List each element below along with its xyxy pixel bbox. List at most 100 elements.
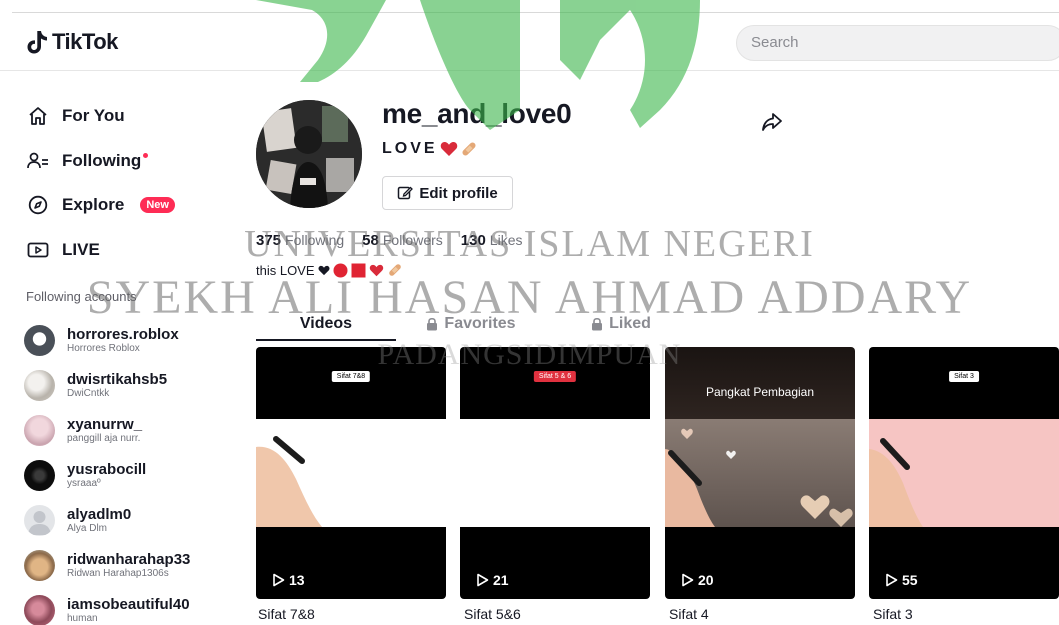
tab-liked[interactable]: Liked (546, 306, 696, 342)
tab-label: Videos (299, 315, 353, 332)
account-item[interactable]: xyanurrw_ panggill aja nurr. (24, 408, 244, 453)
lock-icon (592, 317, 603, 331)
video-caption[interactable]: Sifat 7&8 (258, 606, 315, 622)
tiktok-logo[interactable]: TikTok (26, 29, 118, 55)
red-heart-icon (369, 264, 383, 276)
account-nickname: panggill aja nurr. (67, 433, 141, 444)
tab-label: Favorites (444, 315, 516, 332)
account-item[interactable]: yusrabocill ysraaaº (24, 453, 244, 498)
red-circle-icon (333, 263, 348, 277)
account-nickname: Alya Dlm (67, 523, 108, 534)
avatar (24, 460, 55, 491)
account-item[interactable]: iamsobeautiful40 human (24, 588, 244, 625)
video-card[interactable]: Sifat 7&8 13 (256, 347, 446, 599)
profile-username: me_and_love0 (382, 98, 572, 129)
video-top: Sifat 7&8 (256, 347, 446, 419)
video-caption[interactable]: Sifat 4 (669, 606, 709, 622)
video-caption[interactable]: Sifat 3 (873, 606, 913, 622)
account-item[interactable]: dwisrtikahsb5 DwiCntkk (24, 363, 244, 408)
video-top: Sifat 3 (869, 347, 1059, 419)
nav-label: LIVE (62, 239, 100, 259)
avatar (24, 415, 55, 446)
video-badge: Sifat 5 & 6 (533, 371, 577, 382)
view-count: 20 (698, 572, 714, 588)
account-nickname: ysraaaº (67, 478, 101, 489)
logo-text: TikTok (52, 29, 118, 54)
likes-count: 130 (460, 232, 486, 249)
edit-profile-button[interactable]: Edit profile (382, 176, 513, 210)
view-count: 55 (902, 572, 918, 588)
bandage-icon (462, 142, 476, 156)
likes-stat: 130 Likes (461, 232, 523, 249)
hand-with-marker (869, 438, 923, 527)
play-icon (886, 573, 898, 587)
account-username: iamsobeautiful40 (67, 596, 190, 613)
video-views: 21 (476, 572, 509, 588)
edit-profile-label: Edit profile (419, 184, 498, 202)
red-square-icon (351, 263, 366, 277)
video-caption[interactable]: Sifat 5&6 (464, 606, 521, 622)
following-stat[interactable]: 375 Following (256, 232, 344, 249)
compass-icon (26, 193, 50, 217)
profile-photo (256, 100, 362, 208)
play-icon (682, 573, 694, 587)
account-username: dwisrtikahsb5 (67, 371, 168, 388)
notification-dot (143, 152, 149, 158)
nav-explore[interactable]: Explore New (26, 183, 226, 228)
view-count: 21 (493, 572, 509, 588)
profile-tabs: Videos Favorites Liked (256, 306, 756, 342)
video-top: Pangkat Pembagian (665, 347, 855, 419)
video-bottom: 20 (665, 527, 855, 599)
account-username: xyanurrw_ (67, 416, 143, 433)
profile-bio: this LOVE (256, 262, 403, 278)
nav-for-you[interactable]: For You (26, 94, 226, 139)
header: TikTok Search (0, 13, 1059, 71)
account-nickname: Ridwan Harahap1306s (67, 568, 169, 579)
video-badge: Sifat 3 (949, 371, 979, 382)
video-frame (256, 419, 446, 527)
profile-nickname: LOVE (382, 140, 478, 158)
video-heading: Pangkat Pembagian (705, 385, 815, 399)
video-frame (665, 419, 855, 527)
video-bottom: 13 (256, 527, 446, 599)
bandage-icon (388, 264, 401, 276)
default-avatar-icon (28, 511, 51, 535)
nav-label: Explore (62, 195, 125, 215)
following-icon (26, 149, 50, 173)
account-username: yusrabocill (67, 461, 147, 478)
account-item[interactable]: alyadlm0 Alya Dlm (24, 498, 244, 543)
black-heart-icon (318, 265, 330, 275)
video-card[interactable]: Sifat 5 & 6 21 (460, 347, 650, 599)
account-nickname: DwiCntkk (67, 388, 110, 399)
nav-label: For You (62, 106, 125, 126)
avatar (24, 595, 55, 625)
nav-label: Following (62, 150, 142, 170)
account-item[interactable]: ridwanharahap33 Ridwan Harahap1306s (24, 543, 244, 588)
tab-favorites[interactable]: Favorites (396, 306, 546, 342)
video-bottom: 21 (460, 527, 650, 599)
account-nickname: Horrores Roblox (67, 343, 140, 354)
view-count: 13 (289, 572, 305, 588)
nav-following[interactable]: Following (26, 139, 226, 184)
video-bottom: 55 (869, 527, 1059, 599)
video-card[interactable]: Pangkat Pembagian 20 (665, 347, 855, 599)
video-views: 13 (272, 572, 305, 588)
video-top: Sifat 5 & 6 (460, 347, 650, 419)
tab-videos[interactable]: Videos (256, 306, 396, 342)
following-label: Following (285, 232, 345, 248)
play-icon (477, 573, 489, 587)
following-accounts-list: horrores.roblox Horrores Roblox dwisrtika… (24, 318, 244, 625)
account-username: horrores.roblox (67, 326, 179, 343)
tiktok-note-icon (27, 31, 47, 54)
account-username: ridwanharahap33 (67, 551, 191, 568)
video-card[interactable]: Sifat 3 55 (869, 347, 1059, 599)
search-input[interactable]: Search (736, 25, 1059, 61)
followers-stat[interactable]: 58 Followers (362, 232, 443, 249)
profile-avatar[interactable] (256, 100, 362, 208)
share-icon[interactable] (760, 110, 784, 134)
home-icon (26, 104, 50, 128)
hand-with-marker (665, 428, 853, 527)
nav-live[interactable]: LIVE (26, 228, 226, 273)
account-item[interactable]: horrores.roblox Horrores Roblox (24, 318, 244, 363)
video-frame (869, 419, 1059, 527)
